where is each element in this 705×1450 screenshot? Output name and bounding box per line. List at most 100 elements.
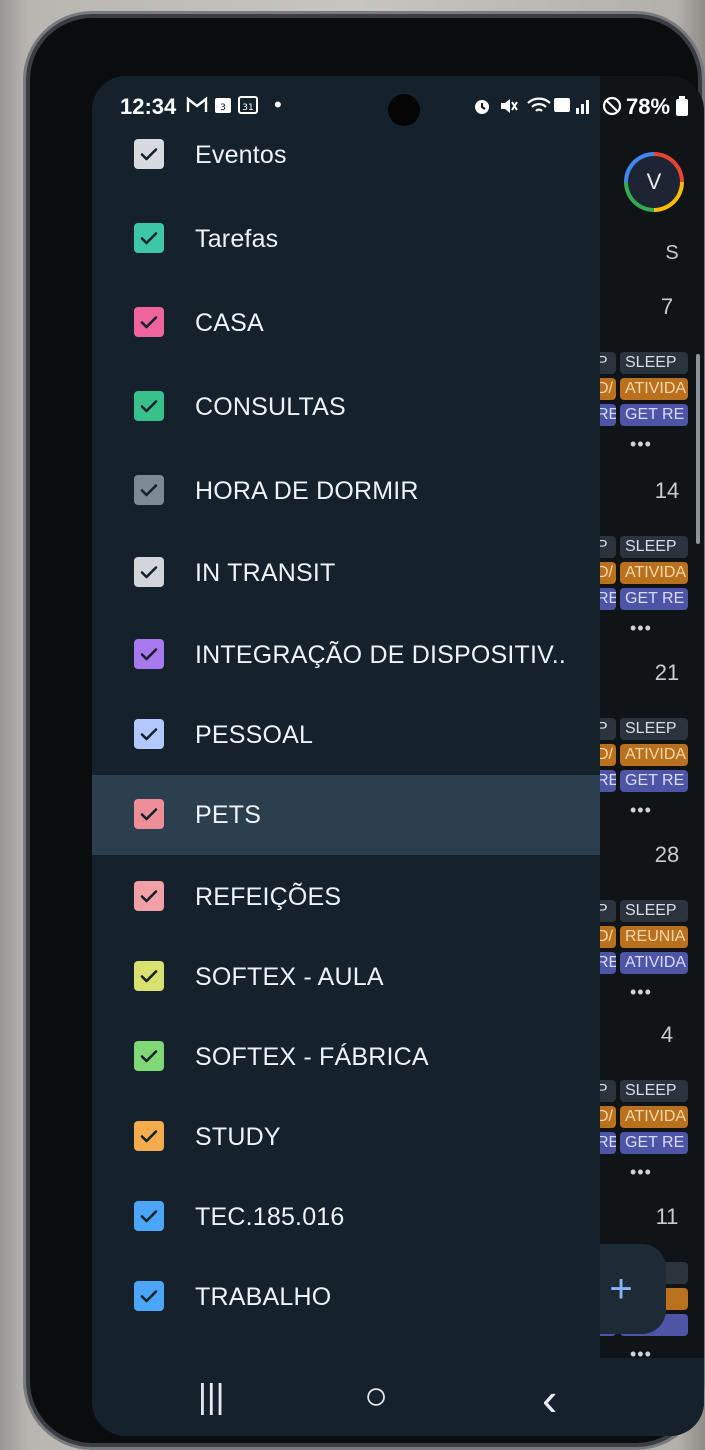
calendar-toggle-item[interactable]: IN TRANSIT bbox=[92, 533, 600, 613]
calendar-toggle-item[interactable]: SOFTEX - FÁBRICA bbox=[92, 1017, 600, 1097]
google-calendar-icon: 31 bbox=[238, 96, 258, 119]
check-icon bbox=[140, 890, 158, 903]
event-chip[interactable]: SLEEP bbox=[620, 536, 688, 558]
calendar-toggle-item[interactable]: INTEGRAÇÃO DE DISPOSITIV.. bbox=[92, 615, 600, 695]
more-events-indicator[interactable]: ••• bbox=[630, 1162, 652, 1183]
more-events-indicator[interactable]: ••• bbox=[630, 434, 652, 455]
calendar-checkbox[interactable] bbox=[134, 881, 164, 911]
mute-icon bbox=[498, 96, 518, 121]
more-events-indicator[interactable]: ••• bbox=[630, 800, 652, 821]
more-events-indicator[interactable]: ••• bbox=[630, 618, 652, 639]
more-events-indicator[interactable]: ••• bbox=[630, 982, 652, 1003]
calendar-checkbox[interactable] bbox=[134, 475, 164, 505]
week-day-number: 21 bbox=[654, 660, 680, 685]
calendar-toggle-item[interactable]: REFEIÇÕES bbox=[92, 857, 600, 937]
calendar-label: CONSULTAS bbox=[195, 393, 346, 421]
avatar-letter: V bbox=[628, 156, 680, 208]
calendar-checkbox[interactable] bbox=[134, 799, 164, 829]
calendar-toggle-item[interactable]: PESSOAL bbox=[92, 695, 600, 775]
do-not-disturb-icon bbox=[602, 96, 622, 121]
event-chip[interactable]: GET RE bbox=[620, 770, 688, 792]
calendar-label: HORA DE DORMIR bbox=[195, 477, 419, 505]
status-bar: 12:34 3 31 • 78% bbox=[92, 76, 704, 138]
calendar-label: IN TRANSIT bbox=[195, 559, 336, 587]
calendar-toggle-item[interactable]: STUDY bbox=[92, 1097, 600, 1177]
calendar-toggle-item[interactable]: TRABALHO bbox=[92, 1257, 600, 1337]
calendar-toggle-item[interactable]: TEC.185.016 bbox=[92, 1177, 600, 1257]
calendar-week-row[interactable]: 4 P SLEEP D/ATIVIDA RE GET RE ••• bbox=[592, 1022, 704, 1202]
calendar-toggle-item[interactable]: HORA DE DORMIR bbox=[92, 451, 600, 531]
calendar-checkbox[interactable] bbox=[134, 1041, 164, 1071]
calendar-checkbox[interactable] bbox=[134, 1121, 164, 1151]
calendar-checkbox[interactable] bbox=[134, 961, 164, 991]
check-icon bbox=[140, 232, 158, 245]
calendar-week-row[interactable]: 21 P SLEEP D/ATIVIDA RE GET RE ••• bbox=[592, 660, 704, 840]
event-chip[interactable]: ATIVIDA bbox=[620, 744, 688, 766]
wifi-icon bbox=[526, 96, 552, 121]
battery-icon bbox=[676, 96, 688, 121]
calendar-week-row[interactable]: 7 P SLEEP D/ATIVIDA RE GET RE ••• bbox=[592, 294, 704, 474]
event-chip[interactable]: ATIVIDA bbox=[620, 562, 688, 584]
calendar-toggle-item[interactable]: CONSULTAS bbox=[92, 367, 600, 447]
recents-button[interactable]: ||| bbox=[198, 1378, 225, 1417]
svg-text:31: 31 bbox=[242, 103, 253, 113]
event-chip[interactable]: SLEEP bbox=[620, 1080, 688, 1102]
event-chip[interactable]: GET RE bbox=[620, 404, 688, 426]
battery-level: 78% bbox=[626, 94, 671, 119]
week-day-number: 7 bbox=[660, 294, 674, 319]
calendar-checkbox[interactable] bbox=[134, 139, 164, 169]
event-chip[interactable]: GET RE bbox=[620, 588, 688, 610]
check-icon bbox=[140, 566, 158, 579]
front-camera bbox=[388, 94, 420, 126]
more-notifications-dot-icon: • bbox=[274, 92, 282, 117]
check-icon bbox=[140, 400, 158, 413]
home-button[interactable]: ○ bbox=[364, 1374, 388, 1419]
alarm-icon bbox=[472, 96, 492, 121]
calendar-label: TEC.185.016 bbox=[195, 1203, 345, 1231]
calendar-checkbox[interactable] bbox=[134, 307, 164, 337]
calendar-toggle-item[interactable]: CASA bbox=[92, 283, 600, 363]
week-day-number: 11 bbox=[655, 1204, 679, 1229]
calendar-checkbox[interactable] bbox=[134, 223, 164, 253]
check-icon bbox=[140, 484, 158, 497]
status-time: 12:34 bbox=[120, 94, 177, 119]
calendar-label: SOFTEX - AULA bbox=[195, 963, 384, 991]
calendar-label: REFEIÇÕES bbox=[195, 883, 342, 911]
calendar-notification-icon: 3 bbox=[214, 96, 232, 119]
check-icon bbox=[140, 1130, 158, 1143]
calendar-checkbox[interactable] bbox=[134, 391, 164, 421]
account-avatar[interactable]: V bbox=[624, 152, 684, 212]
calendar-toggle-item[interactable]: PETS bbox=[92, 775, 600, 855]
check-icon bbox=[140, 1290, 158, 1303]
week-day-number: 14 bbox=[654, 478, 680, 503]
calendar-label: Eventos bbox=[195, 141, 287, 169]
event-chip[interactable]: ATIVIDA bbox=[620, 1106, 688, 1128]
calendar-week-row[interactable]: 28 P SLEEP D/REUNIA RE ATIVIDA ••• bbox=[592, 842, 704, 1022]
event-chip[interactable]: SLEEP bbox=[620, 718, 688, 740]
calendar-label: CASA bbox=[195, 309, 264, 337]
calendar-checkbox[interactable] bbox=[134, 1201, 164, 1231]
week-day-number: 4 bbox=[660, 1022, 674, 1047]
calendar-label: SOFTEX - FÁBRICA bbox=[195, 1043, 429, 1071]
check-icon bbox=[140, 1050, 158, 1063]
calendar-checkbox[interactable] bbox=[134, 557, 164, 587]
calendar-checkbox[interactable] bbox=[134, 1281, 164, 1311]
day-of-week-header: S bbox=[665, 242, 679, 264]
back-button[interactable]: ‹ bbox=[542, 1372, 557, 1426]
calendar-toggle-item[interactable]: Tarefas bbox=[92, 199, 600, 279]
event-chip[interactable]: SLEEP bbox=[620, 900, 688, 922]
week-day-number: 28 bbox=[654, 842, 680, 867]
event-chip[interactable]: ATIVIDA bbox=[620, 952, 688, 974]
scrollbar-thumb[interactable] bbox=[696, 354, 700, 544]
check-icon bbox=[140, 728, 158, 741]
event-chip[interactable]: ATIVIDA bbox=[620, 378, 688, 400]
svg-text:3: 3 bbox=[220, 103, 226, 113]
calendar-checkbox[interactable] bbox=[134, 719, 164, 749]
calendar-week-row[interactable]: 14 P SLEEP D/ATIVIDA RE GET RE ••• bbox=[592, 478, 704, 658]
gmail-icon bbox=[186, 96, 208, 119]
event-chip[interactable]: GET RE bbox=[620, 1132, 688, 1154]
calendar-checkbox[interactable] bbox=[134, 639, 164, 669]
calendar-toggle-item[interactable]: SOFTEX - AULA bbox=[92, 937, 600, 1017]
event-chip[interactable]: SLEEP bbox=[620, 352, 688, 374]
event-chip[interactable]: REUNIA bbox=[620, 926, 688, 948]
